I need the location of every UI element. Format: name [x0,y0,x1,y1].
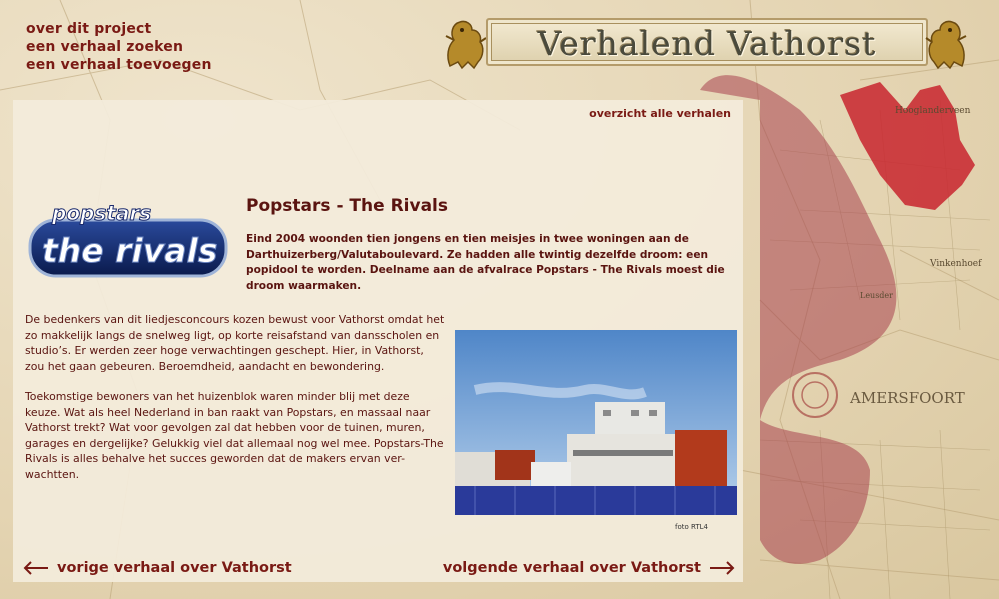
overview-all-stories-link[interactable]: overzicht alle verhalen [589,107,731,120]
nav-item-search-story[interactable]: een verhaal zoeken [26,38,212,56]
next-story-link[interactable]: volgende verhaal over Vathorst [443,560,735,576]
map-label-hooglanderveen: Hooglanderveen [895,106,971,116]
banner-scroll: Verhalend Vathorst [486,18,928,66]
site-banner: Verhalend Vathorst [440,12,972,72]
map-label-amersfoort: AMERSFOORT [849,389,965,407]
popstars-logo: popstars the rivals [28,201,228,278]
logo-line2: the rivals [42,231,217,270]
logo-line1: popstars [51,201,151,225]
main-nav: over dit project een verhaal zoeken een … [26,20,212,74]
arrow-right-icon [710,561,735,575]
arrow-left-icon [23,561,48,575]
next-story-label: volgende verhaal over Vathorst [442,560,701,576]
nav-item-about[interactable]: over dit project [26,20,212,38]
map-label-leusder: Leusder [860,291,893,300]
map-label-vinkenhoef: Vinkenhoef [929,259,982,269]
story-paragraph-1-text: De bedenkers van dit liedjesconcours koz… [25,313,445,373]
story-intro: Eind 2004 woonden tien jongens en tien m… [246,233,725,292]
lion-right-icon [925,20,967,70]
photo-credit: foto RTL4 [675,523,708,531]
nav-item-add-story[interactable]: een verhaal toevoegen [26,56,212,74]
story-title: Popstars - The Rivals [246,196,448,216]
story-body: De bedenkers van dit liedjesconcours koz… [25,312,737,519]
story-paragraph-1: De bedenkers van dit liedjesconcours koz… [25,312,737,515]
previous-story-link[interactable]: vorige verhaal over Vathorst [23,560,292,576]
previous-story-label: vorige verhaal over Vathorst [57,560,292,576]
story-panel: overzicht alle verhalen popstars the riv… [13,100,743,582]
story-photo [455,330,737,515]
lion-left-icon [445,20,487,70]
site-title: Verhalend Vathorst [537,24,877,63]
